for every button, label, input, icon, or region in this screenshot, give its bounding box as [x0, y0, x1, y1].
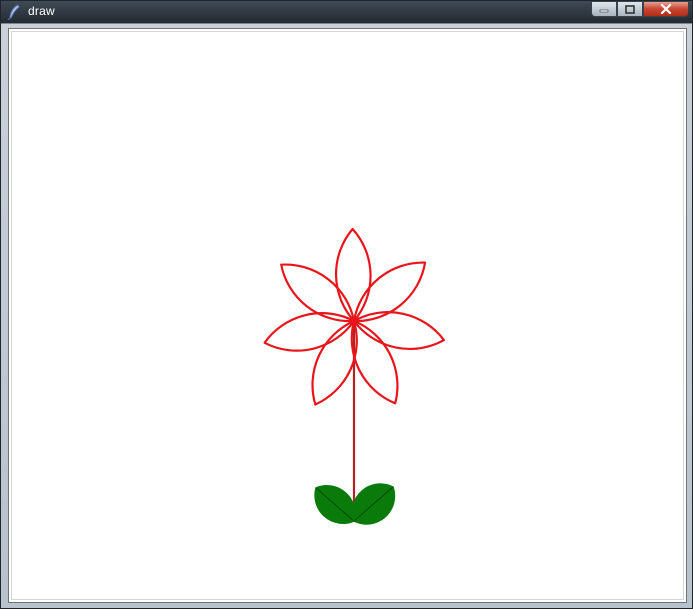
flower-petal — [350, 319, 399, 405]
app-window: draw — [0, 0, 693, 609]
close-button[interactable] — [643, 1, 689, 17]
minimize-button[interactable] — [591, 1, 617, 17]
flower-petal — [352, 261, 427, 323]
drawing-canvas-frame — [8, 28, 687, 603]
minimize-icon — [599, 9, 609, 13]
feather-icon — [7, 4, 21, 21]
flower-petal — [334, 227, 372, 323]
maximize-icon — [625, 4, 635, 14]
title-bar[interactable]: draw — [1, 1, 692, 23]
window-controls — [591, 1, 689, 17]
flower-petal — [352, 311, 446, 351]
window-title: draw — [28, 4, 55, 18]
close-icon — [660, 4, 672, 14]
flower-petal — [263, 312, 356, 352]
flower-petal — [311, 319, 358, 406]
drawing-canvas[interactable] — [11, 31, 684, 600]
flower-drawing — [263, 227, 446, 525]
flower-petal — [280, 263, 356, 323]
maximize-button[interactable] — [617, 1, 643, 17]
